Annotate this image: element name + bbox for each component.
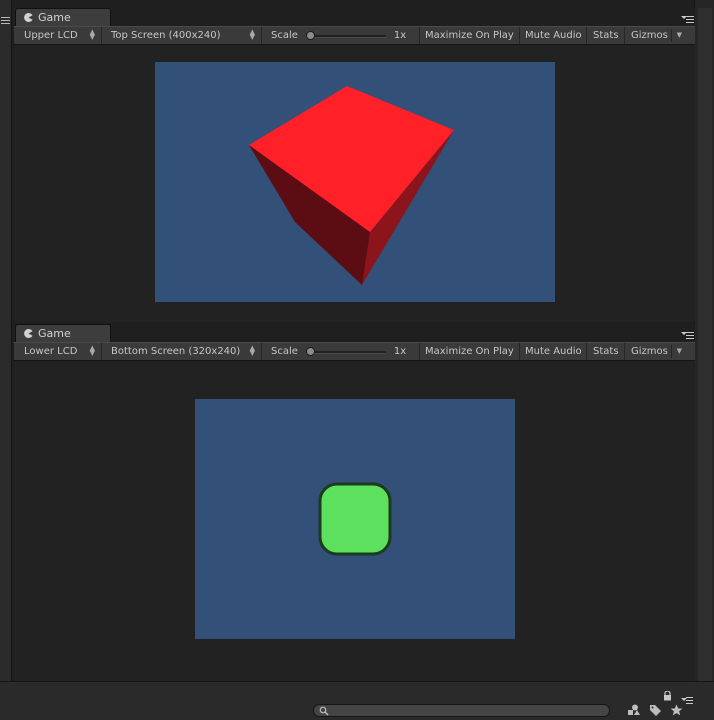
game-viewport — [14, 361, 695, 681]
scale-label: Scale — [271, 30, 298, 41]
slider-thumb[interactable] — [305, 347, 315, 356]
search-input[interactable] — [313, 704, 610, 717]
shapes-icon[interactable] — [627, 704, 640, 716]
stats-label: Stats — [593, 30, 619, 41]
dropdown-arrows-icon: ▲ ▼ — [89, 344, 95, 357]
game-viewport — [14, 45, 695, 322]
scale-control: Scale 1x — [262, 343, 420, 360]
tab-label: Game — [38, 327, 71, 340]
dropdown-arrows-icon: ▲ ▼ — [249, 344, 255, 357]
resolution-label: Top Screen (400x240) — [111, 30, 221, 41]
mute-audio-toggle[interactable]: Mute Audio — [520, 27, 587, 44]
resolution-dropdown[interactable]: Bottom Screen (320x240) ▲ ▼ — [102, 343, 262, 360]
game-toolbar: Lower LCD ▲ ▼ Bottom Screen (320x240) ▲ ▼ … — [14, 342, 695, 361]
red-cube — [249, 86, 454, 285]
panel-options-icon[interactable] — [681, 330, 695, 340]
tab-game[interactable]: Game — [15, 324, 111, 342]
scale-control: Scale 1x — [262, 27, 420, 44]
gizmos-label: Gizmos — [631, 30, 668, 41]
mute-audio-toggle[interactable]: Mute Audio — [520, 343, 587, 360]
lock-icon[interactable] — [663, 691, 672, 701]
display-target-label: Lower LCD — [24, 346, 78, 357]
panel-options-icon[interactable] — [681, 14, 695, 24]
maximize-on-play-toggle[interactable]: Maximize On Play — [420, 27, 520, 44]
scale-slider[interactable] — [305, 347, 386, 356]
display-target-dropdown[interactable]: Lower LCD ▲ ▼ — [14, 343, 102, 360]
resolution-label: Bottom Screen (320x240) — [111, 346, 241, 357]
status-bar — [0, 681, 714, 720]
tag-icon[interactable] — [649, 704, 662, 716]
tab-label: Game — [38, 11, 71, 24]
maximize-label: Maximize On Play — [425, 346, 514, 357]
dropdown-arrows-icon: ▲ ▼ — [89, 28, 95, 41]
scale-slider[interactable] — [305, 31, 386, 40]
game-view-upper[interactable] — [155, 62, 555, 302]
editor-window: Game Upper LCD ▲ ▼ Top Screen (400x240) ▲… — [0, 0, 714, 720]
dropdown-arrows-icon: ▲ ▼ — [249, 28, 255, 41]
gizmos-label: Gizmos — [631, 346, 668, 357]
chevron-down-icon[interactable]: ▼ — [677, 347, 682, 355]
stats-toggle[interactable]: Stats — [587, 343, 625, 360]
tab-game[interactable]: Game — [15, 8, 111, 26]
game-panel-lower: Game Lower LCD ▲ ▼ Bottom Screen (320x240… — [14, 324, 695, 681]
left-panel-edge — [0, 0, 12, 690]
right-panel-edge — [694, 0, 714, 690]
zoom-label: 1x — [393, 30, 407, 41]
mute-label: Mute Audio — [525, 30, 582, 41]
game-panel-upper: Game Upper LCD ▲ ▼ Top Screen (400x240) ▲… — [14, 8, 695, 322]
display-target-dropdown[interactable]: Upper LCD ▲ ▼ — [14, 27, 102, 44]
game-icon — [24, 13, 33, 22]
maximize-label: Maximize On Play — [425, 30, 514, 41]
maximize-on-play-toggle[interactable]: Maximize On Play — [420, 343, 520, 360]
display-target-label: Upper LCD — [24, 30, 78, 41]
star-icon[interactable] — [670, 704, 683, 716]
stats-toggle[interactable]: Stats — [587, 27, 625, 44]
resolution-dropdown[interactable]: Top Screen (400x240) ▲ ▼ — [102, 27, 262, 44]
zoom-label: 1x — [393, 346, 407, 357]
gizmos-button[interactable]: Gizmos ▼ — [625, 27, 685, 44]
tab-bar: Game — [14, 324, 695, 342]
search-icon — [319, 706, 329, 716]
game-toolbar: Upper LCD ▲ ▼ Top Screen (400x240) ▲ ▼ Sca… — [14, 26, 695, 45]
game-icon — [24, 329, 33, 338]
mute-label: Mute Audio — [525, 346, 582, 357]
panel-menu-icon[interactable] — [1, 17, 10, 26]
tab-bar: Game — [14, 8, 695, 26]
stats-label: Stats — [593, 346, 619, 357]
game-view-lower[interactable] — [195, 399, 515, 639]
slider-thumb[interactable] — [305, 31, 315, 40]
green-button-shape[interactable] — [195, 399, 515, 639]
scale-label: Scale — [271, 346, 298, 357]
chevron-down-icon[interactable]: ▼ — [677, 31, 682, 39]
gizmos-button[interactable]: Gizmos ▼ — [625, 343, 685, 360]
